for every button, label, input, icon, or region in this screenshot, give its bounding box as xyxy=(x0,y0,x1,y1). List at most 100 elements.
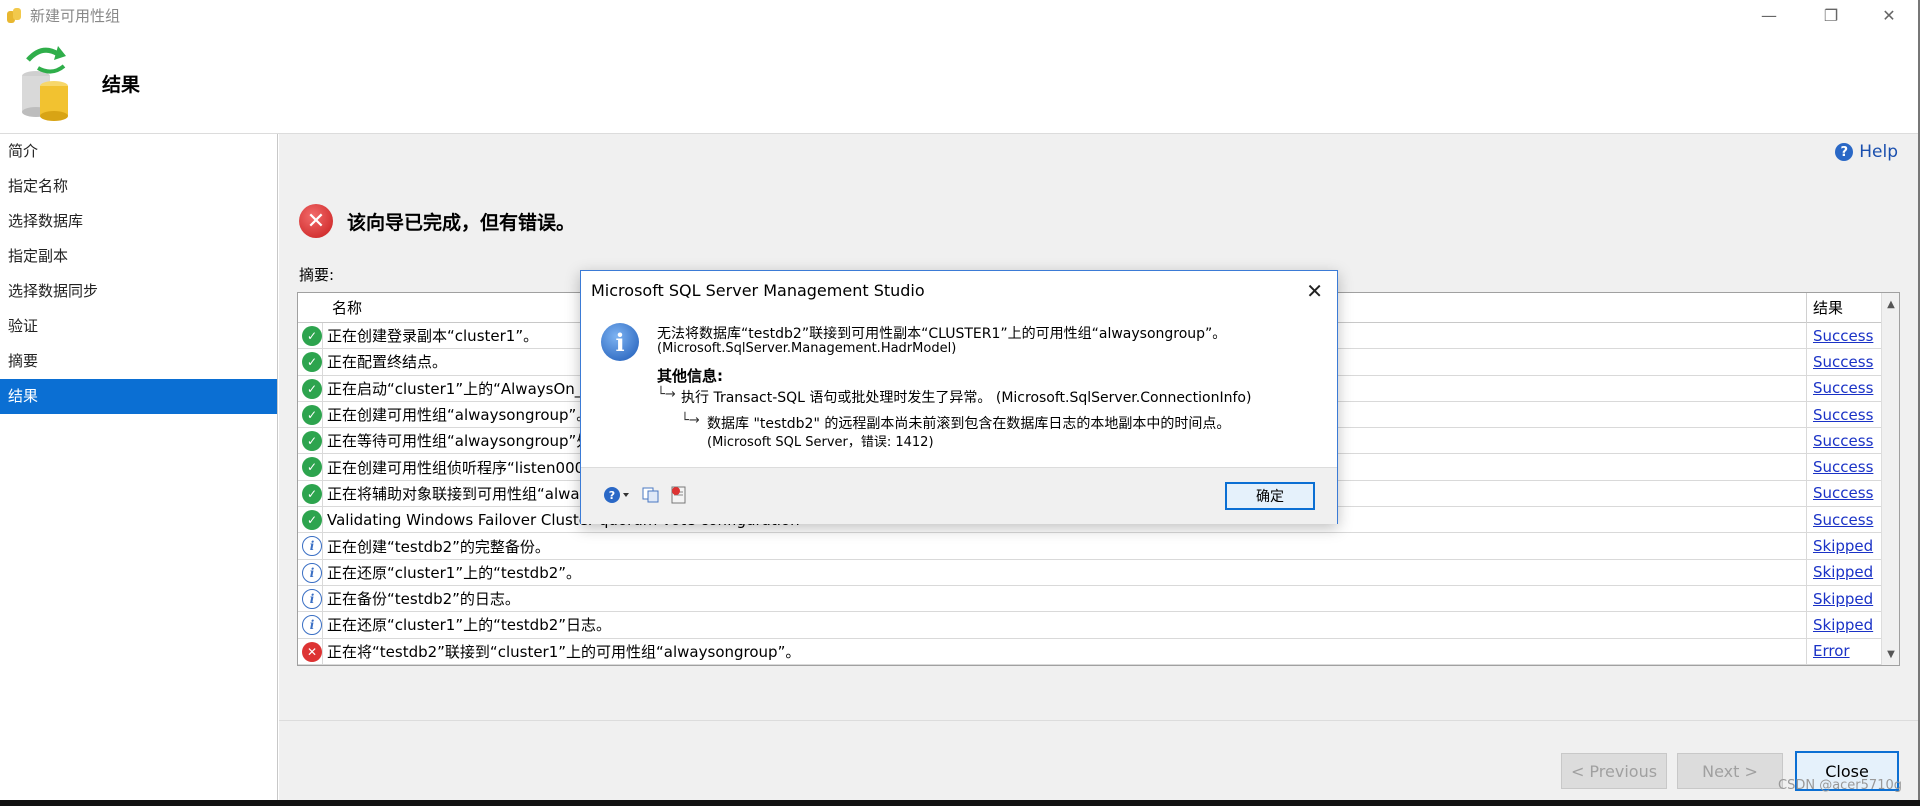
sidebar-item-intro[interactable]: 简介 xyxy=(0,134,277,169)
info-icon: i xyxy=(601,323,639,361)
dialog-footer: ? 确定 xyxy=(581,467,1337,524)
success-check-icon: ✓ xyxy=(302,431,322,452)
scroll-down-icon[interactable]: ▼ xyxy=(1882,645,1900,663)
row-name: 正在配置终结点。 xyxy=(327,353,448,372)
row-result-link[interactable]: Skipped xyxy=(1813,590,1873,608)
success-check-icon: ✓ xyxy=(302,404,322,425)
sql-error-source: (Microsoft SQL Server，错误: 1412) xyxy=(707,435,934,450)
info-icon: i xyxy=(302,615,322,636)
bottom-strip xyxy=(0,800,1920,806)
row-result-link[interactable]: Success xyxy=(1813,511,1873,529)
wizard-footer: < Previous Next > Close xyxy=(279,720,1918,800)
sidebar-item-select-databases[interactable]: 选择数据库 xyxy=(0,204,277,239)
sidebar-item-summary[interactable]: 摘要 xyxy=(0,344,277,379)
success-check-icon: ✓ xyxy=(302,378,322,399)
column-divider xyxy=(322,454,323,480)
restore-button[interactable]: ❐ xyxy=(1802,0,1860,30)
column-header-name[interactable]: 名称 xyxy=(332,297,362,318)
status-message: 该向导已完成，但有错误。 xyxy=(347,211,576,234)
sidebar-item-validation[interactable]: 验证 xyxy=(0,309,277,344)
column-divider xyxy=(322,559,323,585)
row-result-link[interactable]: Success xyxy=(1813,432,1873,450)
column-divider xyxy=(1806,349,1807,375)
help-label: Help xyxy=(1859,142,1898,162)
watermark: CSDN @acer5710g xyxy=(1778,778,1902,793)
error-message: 无法将数据库“testdb2”联接到可用性副本“CLUSTER1”上的可用性组“… xyxy=(657,326,1227,342)
row-result-link[interactable]: Success xyxy=(1813,484,1873,502)
app-icon xyxy=(7,8,21,23)
table-row[interactable]: i 正在还原“cluster1”上的“testdb2”日志。 Skipped xyxy=(298,612,1899,639)
previous-button[interactable]: < Previous xyxy=(1561,753,1667,789)
error-dialog: Microsoft SQL Server Management Studio ✕… xyxy=(580,270,1338,524)
help-dropdown-icon[interactable]: ? xyxy=(603,486,631,504)
success-check-icon: ✓ xyxy=(302,510,322,531)
column-divider xyxy=(322,638,323,664)
column-divider xyxy=(1806,533,1807,559)
close-window-button[interactable]: ✕ xyxy=(1860,0,1918,30)
table-scrollbar[interactable]: ▲ ▼ xyxy=(1881,293,1899,665)
error-source: (Microsoft.SqlServer.Management.HadrMode… xyxy=(657,341,957,356)
row-name: 正在还原“cluster1”上的“testdb2”日志。 xyxy=(327,616,612,635)
row-name: 正在创建登录副本“cluster1”。 xyxy=(327,327,539,346)
success-check-icon: ✓ xyxy=(302,326,322,346)
row-name: 正在还原“cluster1”上的“testdb2”。 xyxy=(327,563,582,582)
column-divider xyxy=(1806,559,1807,585)
row-name: 正在等待可用性组“alwaysongroup”处 xyxy=(327,432,592,451)
ok-button[interactable]: 确定 xyxy=(1225,482,1315,510)
technical-details-icon[interactable] xyxy=(669,486,689,504)
dialog-body: i 无法将数据库“testdb2”联接到可用性副本“CLUSTER1”上的可用性… xyxy=(581,309,1337,467)
row-result-link[interactable]: Skipped xyxy=(1813,537,1873,555)
error-icon: ✕ xyxy=(299,204,333,238)
table-row[interactable]: i 正在还原“cluster1”上的“testdb2”。 Skipped xyxy=(298,559,1899,586)
inner-exception: 执行 Transact-SQL 语句或批处理时发生了异常。 (Microsoft… xyxy=(681,390,1252,406)
column-divider xyxy=(322,323,323,349)
scroll-up-icon[interactable]: ▲ xyxy=(1882,295,1900,313)
sql-error-message: 数据库 "testdb2" 的远程副本尚未前滚到包含在数据库日志的本地副本中的时… xyxy=(707,416,1231,432)
minimize-button[interactable]: — xyxy=(1740,0,1798,30)
column-divider xyxy=(322,401,323,428)
success-check-icon: ✓ xyxy=(302,352,322,373)
column-header-result[interactable]: 结果 xyxy=(1813,297,1843,318)
copy-icon[interactable] xyxy=(641,486,661,504)
sidebar-item-results[interactable]: 结果 xyxy=(0,379,277,414)
column-divider xyxy=(1806,480,1807,507)
column-divider xyxy=(1806,612,1807,638)
row-result-link[interactable]: Error xyxy=(1813,642,1850,660)
sidebar-item-specify-replicas[interactable]: 指定副本 xyxy=(0,239,277,274)
table-row[interactable]: i 正在备份“testdb2”的日志。 Skipped xyxy=(298,585,1899,613)
row-result-link[interactable]: Success xyxy=(1813,379,1873,397)
column-divider xyxy=(322,585,323,612)
table-row[interactable]: i 正在创建“testdb2”的完整备份。 Skipped xyxy=(298,533,1899,560)
column-divider xyxy=(1806,585,1807,612)
help-link[interactable]: ? Help xyxy=(1835,142,1898,162)
row-result-link[interactable]: Success xyxy=(1813,406,1873,424)
row-result-link[interactable]: Skipped xyxy=(1813,563,1873,581)
row-result-link[interactable]: Success xyxy=(1813,327,1873,345)
row-name: 正在启动“cluster1”上的“AlwaysOn_he xyxy=(327,379,601,398)
page-title: 结果 xyxy=(102,74,141,96)
info-icon: i xyxy=(302,536,322,557)
row-result-link[interactable]: Success xyxy=(1813,458,1873,476)
tree-arrow-icon: └→ xyxy=(657,387,676,402)
row-name: 正在创建“testdb2”的完整备份。 xyxy=(327,537,550,556)
column-divider xyxy=(1806,323,1807,349)
column-divider xyxy=(322,428,323,454)
row-result-link[interactable]: Skipped xyxy=(1813,616,1873,634)
sidebar-item-data-sync[interactable]: 选择数据同步 xyxy=(0,274,277,309)
table-row[interactable]: ✕ 正在将“testdb2”联接到“cluster1”上的可用性组“alwayso… xyxy=(298,638,1899,665)
column-divider xyxy=(322,375,323,401)
svg-text:?: ? xyxy=(609,489,615,502)
tree-arrow-icon: └→ xyxy=(681,413,700,428)
row-result-link[interactable]: Success xyxy=(1813,353,1873,371)
column-divider xyxy=(322,507,323,533)
next-button[interactable]: Next > xyxy=(1677,753,1783,789)
row-name: 正在备份“testdb2”的日志。 xyxy=(327,590,520,609)
column-divider xyxy=(322,480,323,507)
completion-status: ✕ 该向导已完成，但有错误。 xyxy=(299,204,575,238)
row-name: 正在创建可用性组“alwaysongroup”。 xyxy=(327,406,592,425)
sidebar-item-specify-name[interactable]: 指定名称 xyxy=(0,169,277,204)
dialog-close-icon[interactable]: ✕ xyxy=(1306,279,1323,303)
column-divider xyxy=(1806,454,1807,480)
column-divider xyxy=(1806,507,1807,533)
column-divider xyxy=(1806,428,1807,454)
